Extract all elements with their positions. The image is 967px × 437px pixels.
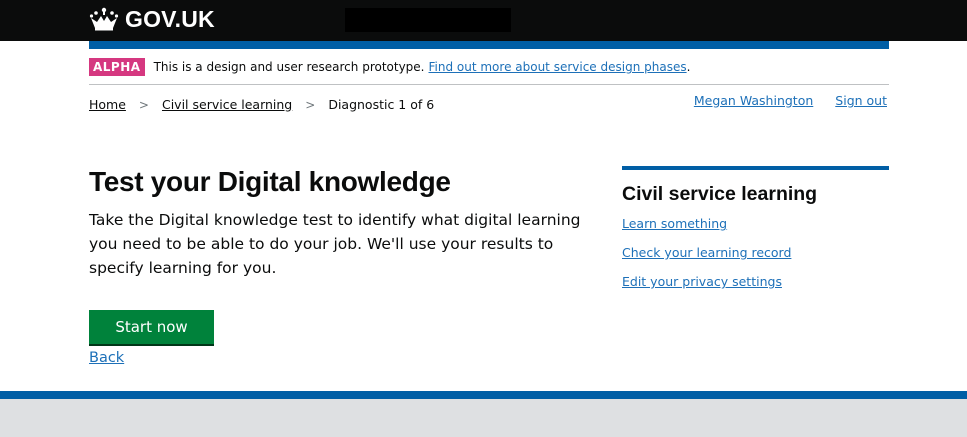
header-blue-bar — [89, 41, 889, 49]
sidebar-top-rule — [622, 166, 889, 170]
footer — [0, 399, 967, 437]
global-header: GOV.UK — [0, 0, 967, 41]
logo-text: GOV.UK — [125, 5, 215, 32]
breadcrumb-separator: > — [138, 97, 149, 112]
list-item: Check your learning record — [622, 245, 889, 274]
phase-banner: ALPHA This is a design and user research… — [89, 58, 690, 76]
sign-out-link[interactable]: Sign out — [835, 93, 887, 108]
phase-link-suffix: . — [686, 60, 691, 74]
phase-text: This is a design and user research proto… — [153, 60, 425, 74]
phase-divider — [89, 84, 889, 85]
back-link[interactable]: Back — [89, 350, 124, 366]
lead-paragraph: Take the Digital knowledge test to ident… — [89, 211, 581, 277]
learn-something-link[interactable]: Learn something — [622, 216, 727, 231]
user-name-link[interactable]: Megan Washington — [694, 93, 813, 108]
sidebar-title: Civil service learning — [622, 183, 818, 205]
govuk-logo[interactable]: GOV.UK — [89, 6, 215, 32]
breadcrumb: Home > Civil service learning > Diagnost… — [89, 97, 434, 112]
breadcrumb-separator: > — [305, 97, 316, 112]
phase-tag: ALPHA — [89, 58, 145, 76]
check-learning-record-link[interactable]: Check your learning record — [622, 245, 791, 260]
related-sidebar: Civil service learning Learn something C… — [622, 166, 889, 303]
edit-privacy-settings-link[interactable]: Edit your privacy settings — [622, 274, 782, 289]
breadcrumb-current: Diagnostic 1 of 6 — [328, 97, 435, 112]
list-item: Edit your privacy settings — [622, 274, 889, 303]
breadcrumb-home-link[interactable]: Home — [89, 97, 126, 112]
breadcrumb-civil-service-learning-link[interactable]: Civil service learning — [162, 97, 292, 112]
crown-icon — [89, 7, 119, 31]
header-search-box — [345, 8, 511, 32]
footer-blue-bar — [0, 391, 967, 399]
start-now-button[interactable]: Start now — [89, 310, 214, 344]
account-links: Megan Washington Sign out — [694, 93, 887, 108]
phase-feedback-link[interactable]: Find out more about service design phase… — [429, 60, 687, 74]
page-title: Test your Digital knowledge — [89, 166, 451, 197]
list-item: Learn something — [622, 216, 889, 245]
sidebar-link-list: Learn something Check your learning reco… — [622, 216, 889, 303]
